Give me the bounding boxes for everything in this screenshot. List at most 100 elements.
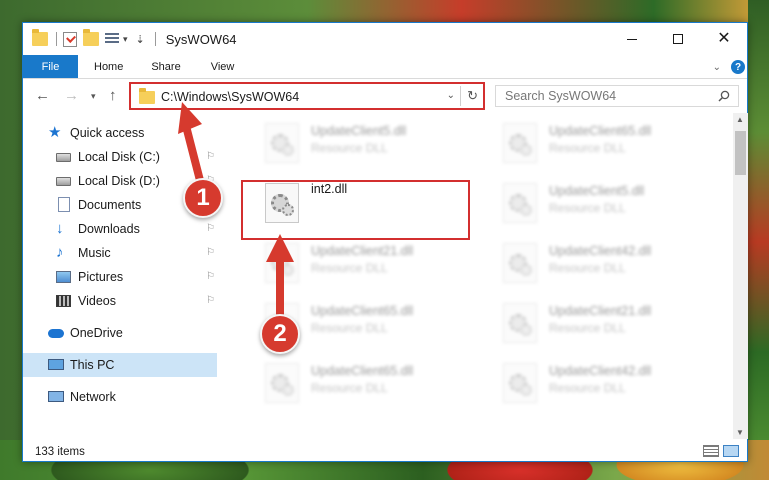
minimize-button[interactable]	[609, 23, 655, 55]
search-icon[interactable]	[718, 90, 730, 102]
scroll-down-icon[interactable]: ▼	[736, 428, 744, 437]
large-icons-view-icon[interactable]	[723, 445, 739, 457]
scroll-up-icon[interactable]: ▲	[736, 115, 744, 124]
refresh-icon[interactable]: ↻	[467, 88, 478, 104]
details-view-icon[interactable]	[703, 445, 719, 457]
maximize-icon	[673, 34, 683, 44]
address-row: ← → ▾ ↑ C:\Windows\SysWOW64 ⌄ ↻ Search S…	[23, 80, 747, 112]
file-item[interactable]: UpdateClient42.dll Resource DLL	[499, 359, 729, 407]
dll-file-icon	[503, 183, 537, 223]
music-icon: ♪	[56, 244, 64, 261]
step-2-badge: 2	[260, 314, 300, 354]
file-name: UpdateClient5.dll	[311, 124, 407, 138]
nav-item-label: OneDrive	[70, 326, 123, 340]
file-item[interactable]: UpdateClient42.dll Resource DLL	[499, 239, 729, 287]
file-item[interactable]: UpdateClient65.dll Resource DLL	[261, 359, 491, 407]
title-separator	[154, 32, 156, 46]
tab-share[interactable]: Share	[139, 55, 196, 78]
close-button[interactable]: ✕	[701, 23, 747, 55]
scrollbar-thumb[interactable]	[735, 131, 746, 175]
properties-check-icon[interactable]	[63, 31, 77, 47]
dll-file-icon	[265, 123, 299, 163]
dll-file-icon	[503, 123, 537, 163]
nav-item-label: Music	[78, 246, 111, 260]
file-type: Resource DLL	[311, 381, 388, 395]
star-icon: ★	[48, 124, 62, 141]
nav-item-label: Downloads	[78, 222, 140, 236]
nav-item-network[interactable]: Network	[23, 385, 217, 409]
videos-icon	[56, 293, 72, 309]
file-item[interactable]: UpdateClient5.dll Resource DLL	[499, 179, 729, 227]
toolbar-separator	[56, 32, 57, 46]
nav-item-label: Videos	[78, 294, 116, 308]
status-bar: 133 items	[23, 441, 747, 462]
file-explorer-window: ▾ ⇣ SysWOW64 ✕ File Home Share View ⌄ ? …	[22, 22, 748, 462]
nav-item-downloads[interactable]: ↓ Downloads ⚐	[23, 217, 217, 241]
view-options-icon[interactable]	[105, 32, 121, 46]
file-item[interactable]: UpdateClient21.dll Resource DLL	[499, 299, 729, 347]
nav-item-this-pc[interactable]: This PC	[23, 353, 217, 377]
file-type: Resource DLL	[311, 261, 388, 275]
title-bar: ▾ ⇣ SysWOW64 ✕	[23, 23, 747, 55]
nav-item-label: Local Disk (D:)	[78, 174, 160, 188]
nav-item-label: Network	[70, 390, 116, 404]
disk-icon	[56, 149, 72, 165]
document-icon	[56, 197, 72, 213]
desktop-background-right	[748, 0, 769, 440]
file-name: UpdateClient65.dll	[311, 364, 414, 378]
pictures-icon	[56, 269, 72, 285]
back-arrow-icon[interactable]: ←	[35, 88, 50, 103]
pin-icon[interactable]: ⚐	[206, 271, 215, 282]
dll-file-icon	[265, 363, 299, 403]
search-box[interactable]: Search SysWOW64	[495, 85, 739, 107]
ribbon-right-controls: ⌄ ?	[713, 55, 745, 79]
file-type: Resource DLL	[311, 321, 388, 335]
tab-view[interactable]: View	[197, 55, 251, 78]
chevron-down-icon[interactable]: ▾	[123, 34, 128, 45]
disk-icon	[56, 173, 72, 189]
download-icon: ↓	[56, 220, 64, 237]
vertical-scrollbar[interactable]: ▲ ▼	[733, 113, 748, 439]
pin-icon[interactable]: ⚐	[206, 295, 215, 306]
expand-ribbon-icon[interactable]: ⌄	[713, 62, 721, 73]
window-title: SysWOW64	[165, 31, 237, 47]
nav-item-onedrive[interactable]: OneDrive	[23, 321, 217, 345]
nav-item-music[interactable]: ♪ Music ⚐	[23, 241, 217, 265]
folder-icon	[32, 29, 48, 46]
new-folder-icon[interactable]	[83, 29, 99, 46]
file-item[interactable]: UpdateClient65.dll Resource DLL	[499, 119, 729, 167]
minimize-icon	[627, 38, 637, 40]
file-list: UpdateClient5.dll Resource DLL UpdateCli…	[241, 115, 729, 438]
cloud-icon	[48, 325, 64, 341]
item-count: 133 items	[35, 445, 85, 458]
pin-icon[interactable]: ⚐	[206, 223, 215, 234]
tab-file[interactable]: File	[23, 55, 78, 78]
nav-item-videos[interactable]: Videos ⚐	[23, 289, 217, 313]
window-controls: ✕	[609, 23, 747, 55]
quick-access-toolbar: ▾ ⇣ SysWOW64	[32, 23, 237, 55]
file-type: Resource DLL	[549, 141, 626, 155]
nav-item-label: Local Disk (C:)	[78, 150, 160, 164]
customize-toolbar-icon[interactable]: ⇣	[136, 33, 145, 46]
computer-icon	[48, 357, 64, 373]
file-item[interactable]: UpdateClient5.dll Resource DLL	[261, 119, 491, 167]
address-dropdown-icon[interactable]: ⌄	[447, 90, 455, 101]
step-1-badge: 1	[183, 178, 223, 218]
pin-icon[interactable]: ⚐	[206, 247, 215, 258]
close-icon: ✕	[717, 30, 731, 47]
help-icon[interactable]: ?	[731, 60, 745, 74]
forward-arrow-icon[interactable]: →	[64, 88, 79, 103]
search-placeholder: Search SysWOW64	[505, 89, 617, 103]
tab-home[interactable]: Home	[78, 55, 139, 78]
nav-item-pictures[interactable]: Pictures ⚐	[23, 265, 217, 289]
nav-item-label: Documents	[78, 198, 142, 212]
file-highlight-box	[241, 180, 470, 240]
up-arrow-icon[interactable]: ↑	[109, 88, 117, 103]
view-switcher	[699, 445, 739, 457]
file-name: UpdateClient21.dll	[311, 244, 414, 258]
file-name: UpdateClient5.dll	[549, 184, 645, 198]
file-name: UpdateClient21.dll	[549, 304, 652, 318]
file-type: Resource DLL	[311, 141, 388, 155]
maximize-button[interactable]	[655, 23, 701, 55]
recent-locations-icon[interactable]: ▾	[91, 92, 96, 101]
